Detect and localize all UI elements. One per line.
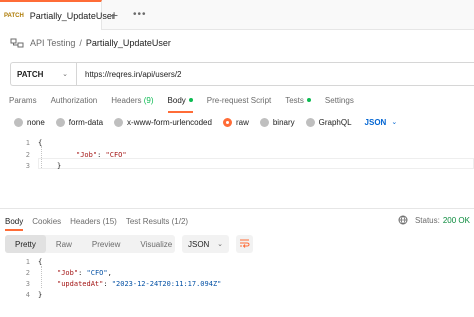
radio-icon <box>55 117 65 127</box>
method-select[interactable]: PATCH ⌄ <box>11 63 77 85</box>
current-line-highlight <box>38 158 474 169</box>
tab-headers-count: (9) <box>143 95 154 105</box>
body-type-graphql[interactable]: GraphQL <box>305 117 352 127</box>
tab-tests[interactable]: Tests <box>285 96 311 105</box>
body-type-none[interactable]: none <box>14 117 45 127</box>
json-value: "CFO" <box>86 269 108 277</box>
line-number: 4 <box>25 291 30 299</box>
indent-guide <box>41 266 42 288</box>
body-format-dropdown[interactable]: JSON ⌄ <box>365 118 398 127</box>
response-format-dropdown[interactable]: JSON ⌄ <box>182 235 229 253</box>
body-type-label: none <box>27 117 45 127</box>
view-mode-pretty[interactable]: Pretty <box>5 235 46 253</box>
tab-settings[interactable]: Settings <box>325 96 354 105</box>
tab-headers[interactable]: Headers (9) <box>111 96 153 105</box>
code-line: { <box>38 258 43 266</box>
json-colon: : <box>103 280 112 288</box>
response-view-bar: Pretty Raw Preview Visualize JSON ⌄ <box>5 235 253 253</box>
radio-icon <box>114 117 124 127</box>
json-key: "updatedAt" <box>57 280 104 288</box>
request-tab-name: Partially_UpdateUser <box>29 11 115 21</box>
view-mode-preview[interactable]: Preview <box>82 235 130 253</box>
tab-prerequest-script[interactable]: Pre-request Script <box>207 96 271 105</box>
response-body-viewer[interactable]: 1 { 2 "Job": "CFO", 3 "updatedAt": "2023… <box>0 255 474 305</box>
line-number: 3 <box>25 280 30 288</box>
url-input[interactable]: https://reqres.in/api/users/2 <box>77 70 182 79</box>
response-tab-test-results[interactable]: Test Results (1/2) <box>126 217 188 226</box>
body-indicator-dot <box>188 98 193 102</box>
globe-icon[interactable] <box>398 215 408 225</box>
tests-indicator-dot <box>306 98 311 102</box>
line-number: 1 <box>25 139 30 147</box>
code-line: "Job": "CFO", <box>57 269 112 277</box>
code-line: } <box>38 291 43 299</box>
request-tabs: Params Authorization Headers (9) Body Pr… <box>0 88 474 113</box>
view-mode-visualize[interactable]: Visualize <box>130 235 182 253</box>
body-type-label: form-data <box>68 117 104 127</box>
chevron-down-icon: ⌄ <box>391 119 398 126</box>
view-mode-group: Pretty Raw Preview Visualize <box>5 235 175 253</box>
body-type-label: binary <box>272 117 295 127</box>
response-status: Status: 200 OK <box>398 215 470 225</box>
tab-authorization[interactable]: Authorization <box>51 96 98 105</box>
method-label: PATCH <box>17 69 44 79</box>
code-line: } <box>57 162 62 170</box>
response-format-label: JSON <box>188 239 210 249</box>
response-tab-body[interactable]: Body <box>5 217 24 231</box>
breadcrumb-separator: / <box>79 38 82 48</box>
wrap-lines-button[interactable] <box>236 235 253 253</box>
request-tab-method: PATCH <box>4 13 24 19</box>
code-line: "updatedAt": "2023-12-24T20:11:17.094Z" <box>57 280 221 288</box>
radio-icon <box>305 117 315 127</box>
pane-divider[interactable] <box>0 208 474 209</box>
json-colon: : <box>78 269 87 277</box>
response-tab-headers[interactable]: Headers (15) <box>70 217 117 226</box>
breadcrumb-collection[interactable]: API Testing <box>30 38 75 48</box>
url-bar: PATCH ⌄ https://reqres.in/api/users/2 <box>10 62 474 86</box>
tab-params[interactable]: Params <box>9 96 37 105</box>
line-number: 3 <box>25 162 30 170</box>
line-number: 2 <box>25 151 30 159</box>
request-tab[interactable]: PATCH Partially_UpdateUser <box>0 0 115 30</box>
radio-icon <box>14 117 23 127</box>
breadcrumb-request[interactable]: Partially_UpdateUser <box>86 38 171 48</box>
body-type-options: none form-data x-www-form-urlencoded raw… <box>0 114 474 130</box>
new-tab-button[interactable]: + <box>110 7 118 23</box>
body-type-binary[interactable]: binary <box>259 117 295 127</box>
json-key: "Job" <box>57 269 79 277</box>
chevron-down-icon: ⌄ <box>62 71 68 78</box>
json-value: "2023-12-24T20:11:17.094Z" <box>111 280 222 288</box>
tab-body-label: Body <box>167 95 186 105</box>
chevron-down-icon: ⌄ <box>217 241 223 248</box>
body-type-form-data[interactable]: form-data <box>55 117 104 127</box>
wrap-lines-icon <box>239 238 250 250</box>
more-tabs-button[interactable]: ••• <box>133 9 147 20</box>
status-label: Status: <box>414 215 440 225</box>
body-type-label: raw <box>235 117 249 127</box>
json-comma: , <box>107 269 112 277</box>
body-format-label: JSON <box>364 117 387 127</box>
tab-body[interactable]: Body <box>167 95 194 113</box>
tab-tests-label: Tests <box>285 95 304 105</box>
body-type-urlencoded[interactable]: x-www-form-urlencoded <box>114 117 212 127</box>
body-type-label: x-www-form-urlencoded <box>127 117 212 127</box>
radio-icon <box>259 117 269 127</box>
line-number: 2 <box>25 269 30 277</box>
status-value[interactable]: 200 OK <box>443 216 470 225</box>
request-tab-bar: PATCH Partially_UpdateUser + ••• <box>0 0 474 30</box>
radio-selected-icon <box>222 117 232 127</box>
view-mode-raw[interactable]: Raw <box>46 235 82 253</box>
request-body-editor[interactable]: 1 { 2 "Job": "CFO" 3 } <box>0 137 474 173</box>
body-type-label: GraphQL <box>318 117 352 127</box>
breadcrumb: API Testing / Partially_UpdateUser <box>0 30 474 56</box>
tab-headers-label: Headers <box>111 95 142 105</box>
collection-icon <box>10 37 24 49</box>
body-type-raw[interactable]: raw <box>222 117 249 127</box>
response-tab-cookies[interactable]: Cookies <box>32 217 61 226</box>
line-number: 1 <box>25 258 30 266</box>
